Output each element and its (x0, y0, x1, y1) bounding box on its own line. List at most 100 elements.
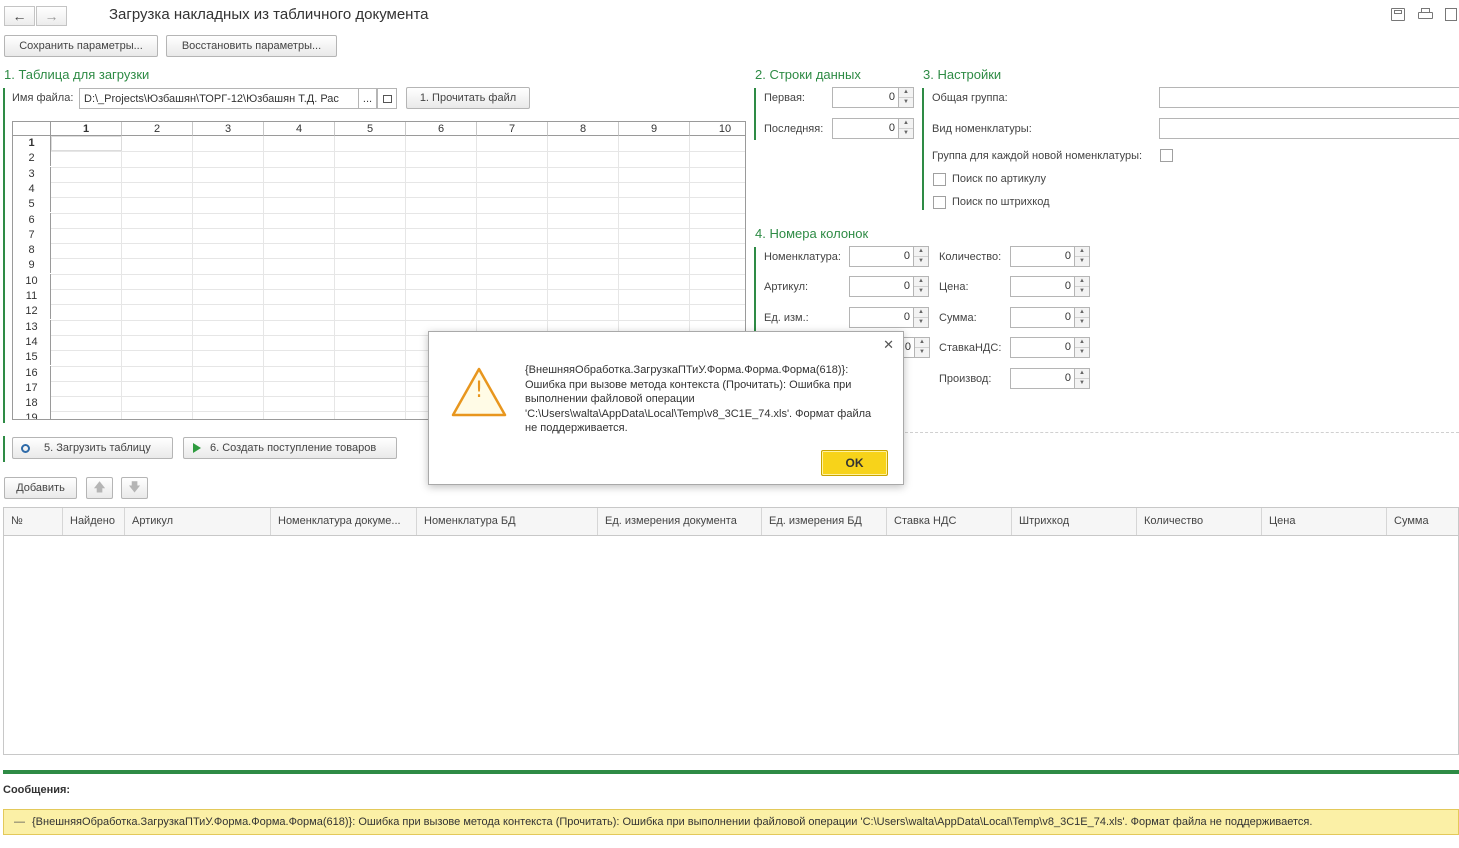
vat-rate-col-stepper[interactable]: 0 ▲ ▼ (1010, 337, 1090, 358)
message-item[interactable]: — {ВнешняяОбработка.ЗагрузкаПТиУ.Форма.Ф… (3, 809, 1459, 835)
sheet-row-header[interactable]: 12 (13, 304, 51, 320)
load-table-button[interactable]: 5. Загрузить таблицу (12, 437, 173, 459)
sheet-column-header[interactable]: 1 (51, 122, 122, 136)
sheet-row-header[interactable]: 13 (13, 319, 51, 335)
vat-rate-col-value[interactable]: 0 (1010, 337, 1074, 358)
sheet-row-header[interactable]: 7 (13, 227, 51, 243)
nomenclature-col-value[interactable]: 0 (849, 246, 913, 267)
sheet-row-header[interactable]: 10 (13, 273, 51, 289)
sheet-column-header[interactable]: 2 (122, 122, 193, 136)
sum-col-value[interactable]: 0 (1010, 307, 1074, 328)
create-receipt-button[interactable]: 6. Создать поступление товаров (183, 437, 397, 459)
save-params-button[interactable]: Сохранить параметры... (4, 35, 158, 57)
col-unit-doc[interactable]: Ед. измерения документа (598, 508, 762, 535)
spin-icon[interactable]: ▲ ▼ (913, 307, 929, 328)
first-row-value[interactable]: 0 (832, 87, 898, 108)
sheet-column-header[interactable]: 3 (193, 122, 264, 136)
sheet-row-header[interactable]: 1 (13, 136, 51, 151)
sheet-column-header[interactable]: 10 (690, 122, 745, 136)
common-group-input[interactable] (1159, 87, 1459, 108)
article-col-stepper[interactable]: 0 ▲ ▼ (849, 276, 929, 297)
table-body[interactable] (3, 536, 1459, 755)
sheet-row-header[interactable]: 3 (13, 166, 51, 182)
price-col-value[interactable]: 0 (1010, 276, 1074, 297)
col-sum[interactable]: Сумма (1387, 508, 1459, 535)
move-down-button[interactable]: 🡇 (121, 477, 148, 499)
sheet-column-header[interactable]: 5 (335, 122, 406, 136)
spin-icon[interactable]: ▲ ▼ (913, 276, 929, 297)
browse-button[interactable]: ... (358, 88, 377, 109)
price-col-stepper[interactable]: 0 ▲ ▼ (1010, 276, 1090, 297)
sheet-row-header[interactable]: 2 (13, 151, 51, 167)
sheet-row-header[interactable]: 19 (13, 411, 51, 419)
first-row-stepper[interactable]: 0 ▲ ▼ (832, 87, 914, 108)
article-col-value[interactable]: 0 (849, 276, 913, 297)
group-each-checkbox[interactable] (1160, 149, 1173, 162)
col-barcode[interactable]: Штрихкод (1012, 508, 1137, 535)
sheet-corner[interactable] (13, 122, 51, 136)
producer-col-stepper[interactable]: 0 ▲ ▼ (1010, 368, 1090, 389)
col-price[interactable]: Цена (1262, 508, 1387, 535)
sheet-active-cell[interactable] (51, 136, 122, 151)
quantity-col-stepper[interactable]: 0 ▲ ▼ (1010, 246, 1090, 267)
search-barcode-checkbox[interactable] (933, 196, 946, 209)
sheet-row-header[interactable]: 16 (13, 365, 51, 381)
sum-col-stepper[interactable]: 0 ▲ ▼ (1010, 307, 1090, 328)
spin-icon[interactable]: ▲ ▼ (1074, 368, 1090, 389)
ok-button[interactable]: OK (821, 450, 888, 476)
sheet-row-header[interactable]: 15 (13, 350, 51, 366)
sheet-row-header[interactable]: 9 (13, 258, 51, 274)
sheet-row-header[interactable]: 11 (13, 289, 51, 304)
unit-col-stepper[interactable]: 0 ▲ ▼ (849, 307, 929, 328)
last-row-stepper[interactable]: 0 ▲ ▼ (832, 118, 914, 139)
spin-icon[interactable]: ▲ ▼ (1074, 276, 1090, 297)
print-icon[interactable] (1418, 8, 1433, 21)
sheet-row-header[interactable]: 6 (13, 212, 51, 228)
spin-icon[interactable]: ▲ ▼ (914, 337, 930, 358)
nomenclature-type-input[interactable] (1159, 118, 1459, 139)
forward-button[interactable]: → (36, 6, 67, 26)
sheet-column-header[interactable]: 4 (264, 122, 335, 136)
quantity-col-value[interactable]: 0 (1010, 246, 1074, 267)
col-nomenclature-db[interactable]: Номенклатура БД (417, 508, 598, 535)
vat-col-stepper-partial[interactable]: 0 ▲ ▼ (900, 337, 930, 358)
sheet-row-header[interactable]: 17 (13, 380, 51, 396)
sheet-column-header[interactable]: 8 (548, 122, 619, 136)
spin-icon[interactable]: ▲ ▼ (1074, 337, 1090, 358)
spin-icon[interactable]: ▲ ▼ (1074, 246, 1090, 267)
preview-icon[interactable] (1445, 8, 1457, 21)
unit-col-value[interactable]: 0 (849, 307, 913, 328)
restore-params-button[interactable]: Восстановить параметры... (166, 35, 337, 57)
col-unit-db[interactable]: Ед. измерения БД (762, 508, 887, 535)
sheet-row-header[interactable]: 4 (13, 181, 51, 197)
sheet-row-header[interactable]: 5 (13, 197, 51, 213)
col-nomenclature-doc[interactable]: Номенклатура докуме... (271, 508, 417, 535)
last-row-value[interactable]: 0 (832, 118, 898, 139)
save-icon[interactable] (1391, 8, 1405, 21)
sheet-column-header[interactable]: 6 (406, 122, 477, 136)
col-number[interactable]: № (4, 508, 63, 535)
search-article-checkbox[interactable] (933, 173, 946, 186)
move-up-button[interactable]: 🡅 (86, 477, 113, 499)
sheet-column-header[interactable]: 7 (477, 122, 548, 136)
sheet-column-header[interactable]: 9 (619, 122, 690, 136)
close-icon[interactable]: ✕ (883, 337, 894, 353)
spin-icon[interactable]: ▲ ▼ (913, 246, 929, 267)
back-button[interactable]: ← (4, 6, 35, 26)
col-found[interactable]: Найдено (63, 508, 125, 535)
spin-icon[interactable]: ▲ ▼ (898, 87, 914, 108)
spin-icon[interactable]: ▲ ▼ (1074, 307, 1090, 328)
file-name-input[interactable]: D:\_Projects\Юзбашян\ТОРГ-12\Юзбашян Т.Д… (79, 88, 359, 109)
open-file-button[interactable] (377, 88, 397, 109)
producer-col-value[interactable]: 0 (1010, 368, 1074, 389)
col-article[interactable]: Артикул (125, 508, 271, 535)
read-file-button[interactable]: 1. Прочитать файл (406, 87, 530, 109)
sheet-row-header[interactable]: 8 (13, 243, 51, 259)
sheet-row-header[interactable]: 14 (13, 334, 51, 350)
add-button[interactable]: Добавить (4, 477, 77, 499)
sheet-row-header[interactable]: 18 (13, 396, 51, 412)
nomenclature-col-stepper[interactable]: 0 ▲ ▼ (849, 246, 929, 267)
col-quantity[interactable]: Количество (1137, 508, 1262, 535)
spin-icon[interactable]: ▲ ▼ (898, 118, 914, 139)
col-vat-rate[interactable]: Ставка НДС (887, 508, 1012, 535)
